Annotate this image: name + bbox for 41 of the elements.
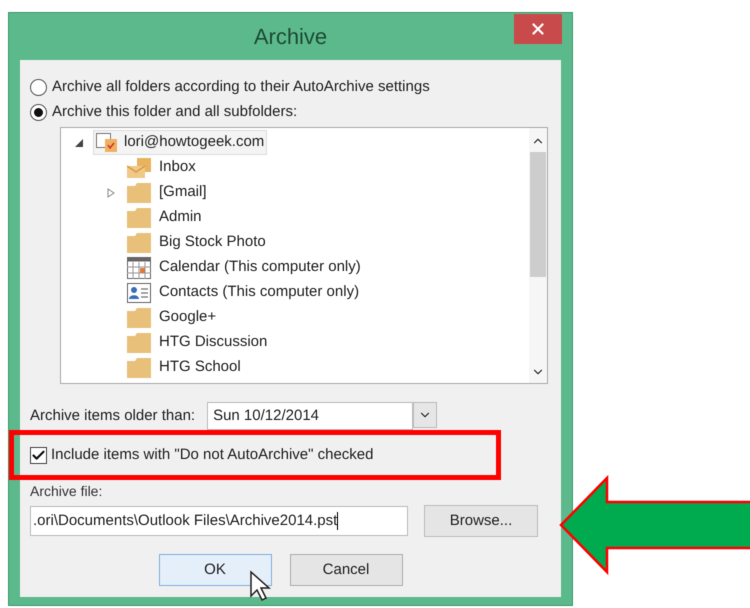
scroll-thumb[interactable]	[530, 152, 546, 277]
close-button[interactable]	[514, 14, 562, 44]
account-icon	[96, 132, 118, 152]
calendar-icon	[127, 256, 151, 278]
browse-button[interactable]: Browse...	[424, 505, 538, 537]
folder-icon	[127, 208, 151, 228]
arrow-icon	[558, 474, 750, 578]
folder-icon	[127, 182, 151, 202]
dialog-button[interactable]: Cancel	[290, 554, 402, 586]
folder-icon	[127, 332, 151, 352]
folder-node[interactable]: HTG School	[127, 356, 241, 379]
folder-icon	[127, 232, 151, 252]
expand-triangle-icon[interactable]	[75, 138, 83, 146]
folder-node[interactable]: Google+	[127, 306, 216, 329]
checkbox-label: Include items with "Do not AutoArchive" checked	[51, 444, 374, 465]
radio-button[interactable]	[30, 104, 47, 121]
folder-node[interactable]: Inbox	[127, 156, 196, 179]
folder-icon	[127, 358, 151, 378]
checkbox[interactable]	[30, 446, 47, 464]
folder-node[interactable]: Admin	[127, 206, 202, 229]
scrollbar[interactable]	[529, 128, 547, 383]
archive-file-field[interactable]: .ori\Documents\Outlook Files\Archive2014.pst	[30, 506, 408, 536]
folder-icon	[127, 308, 151, 328]
folder-node[interactable]: Contacts (This computer only)	[127, 281, 360, 304]
window-title: Archive	[254, 23, 328, 51]
account-node[interactable]: lori@howtogeek.com	[93, 130, 268, 155]
archive-file-label: Archive file:	[30, 482, 104, 501]
option-label: Archive all folders according to their AutoArchive settings	[52, 77, 430, 98]
dialog-button[interactable]: OK	[158, 554, 272, 586]
contact-card-icon	[127, 282, 151, 302]
folder-node[interactable]: HTG Discussion	[127, 331, 268, 354]
date-field[interactable]: Sun 10/12/2014	[207, 402, 414, 430]
radio-button[interactable]	[30, 79, 47, 96]
folder-node[interactable]: [Gmail]	[127, 181, 207, 204]
inbox-icon	[127, 158, 151, 178]
option-label: Archive this folder and all subfolders:	[52, 102, 298, 122]
mouse-cursor-icon	[249, 570, 271, 602]
date-dropdown-button[interactable]	[413, 402, 438, 428]
folder-node[interactable]: Calendar (This computer only)	[127, 256, 361, 279]
older-than-label: Archive items older than:	[30, 406, 196, 426]
folder-node[interactable]: Big Stock Photo	[127, 231, 266, 254]
